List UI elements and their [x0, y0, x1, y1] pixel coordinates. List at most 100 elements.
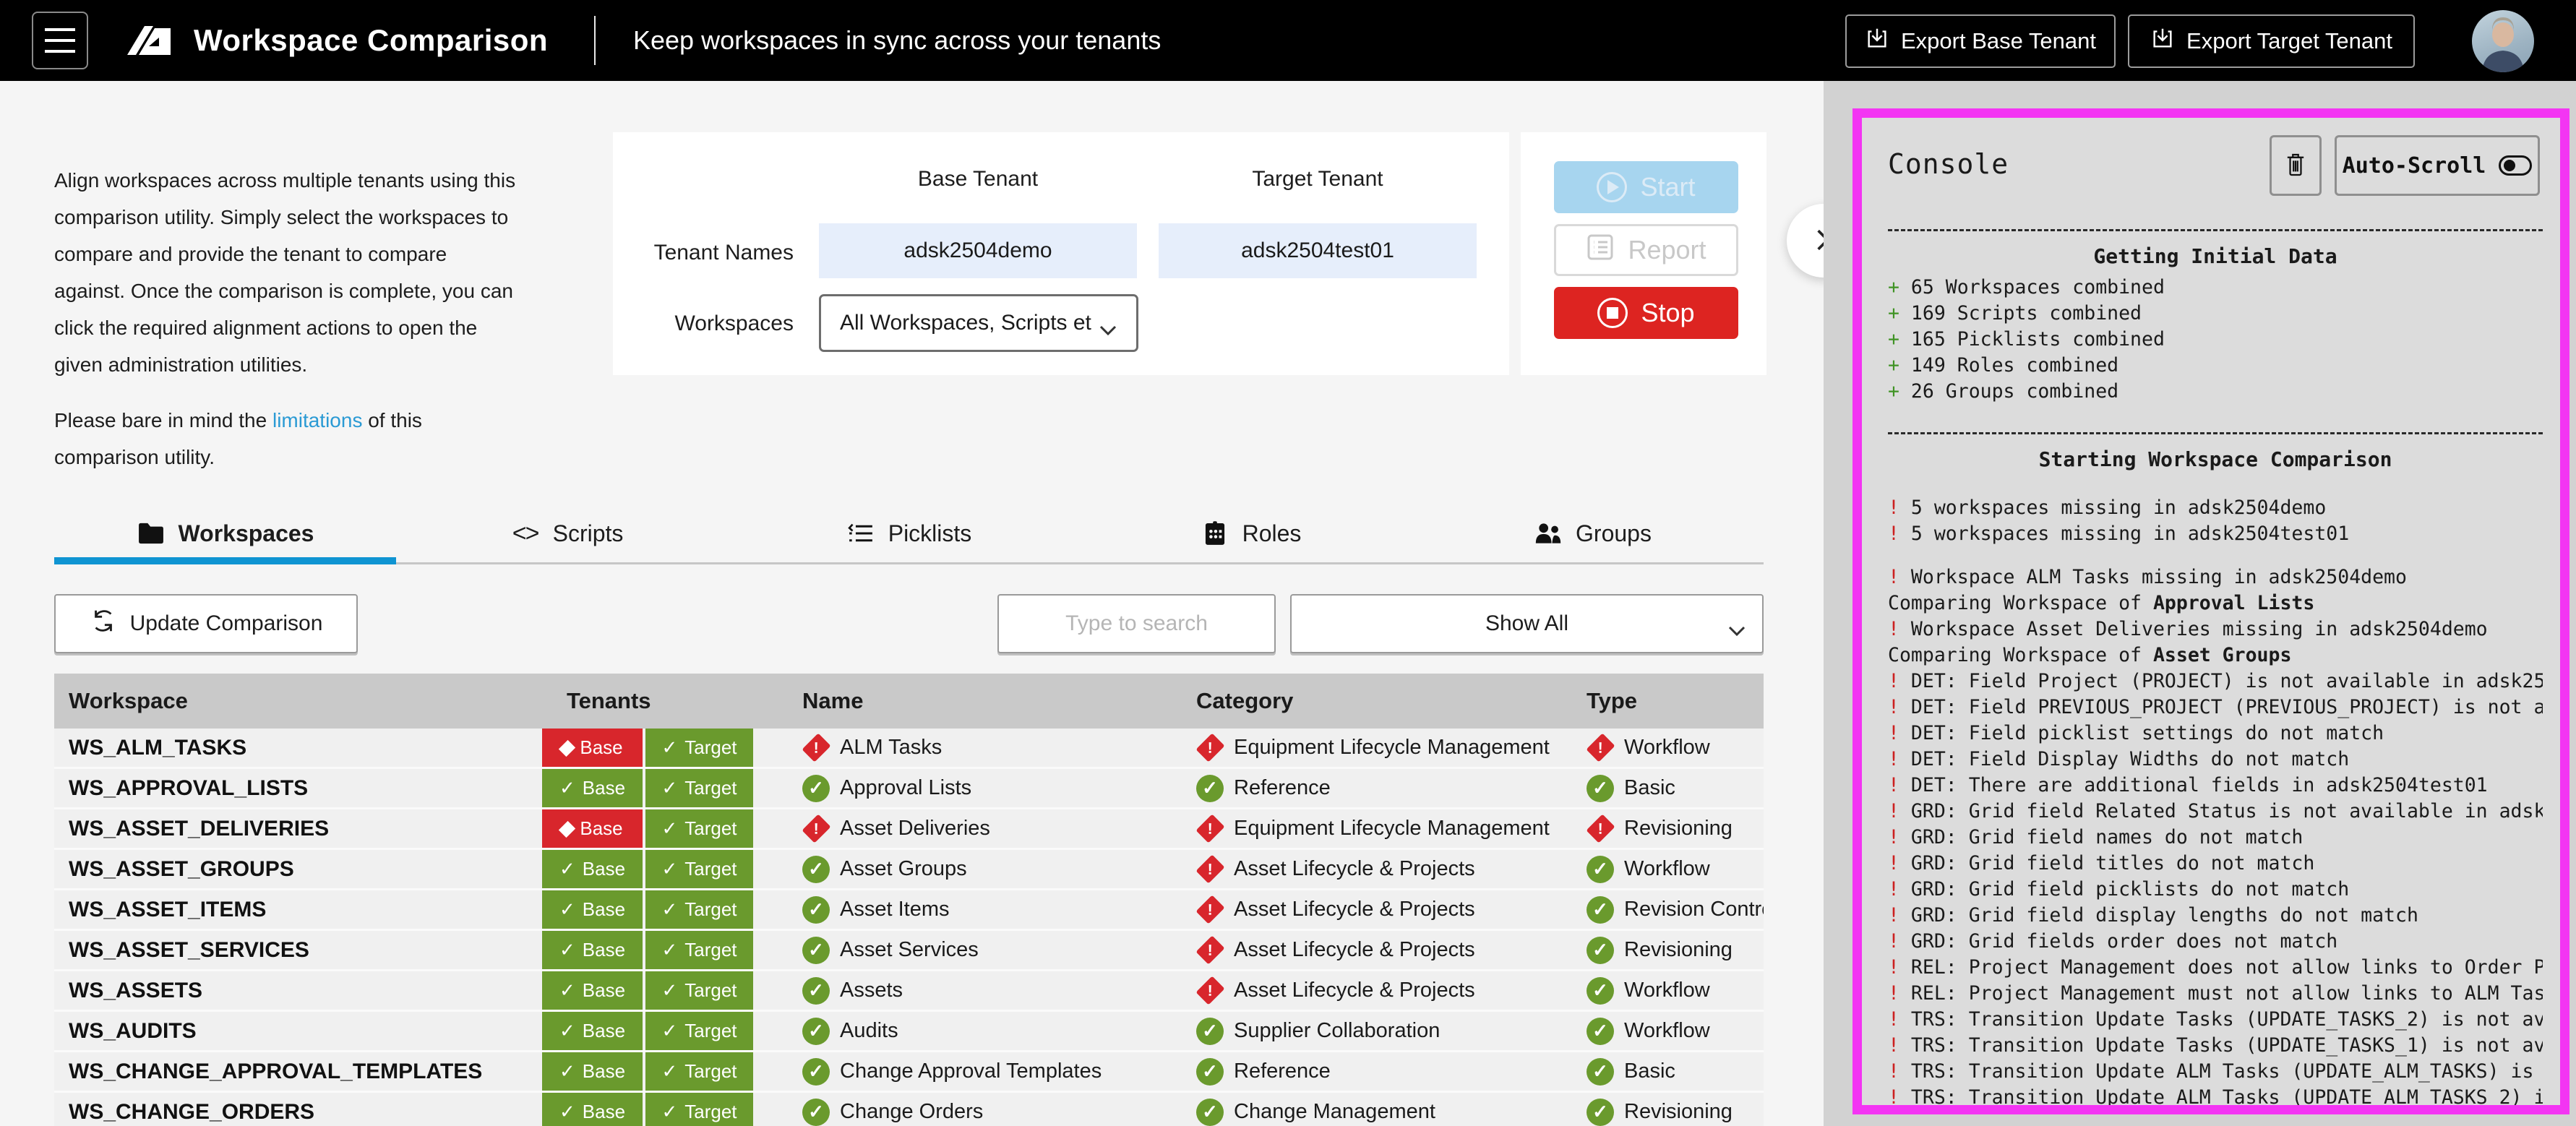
base-tenant-badge[interactable]: ✓Base: [542, 1052, 643, 1091]
table-row[interactable]: WS_ASSET_DELIVERIESBase✓Target!Asset Del…: [54, 809, 1764, 850]
base-tenant-badge[interactable]: Base: [542, 809, 643, 848]
export-target-tenant-button[interactable]: Export Target Tenant: [2128, 14, 2415, 68]
workspaces-select[interactable]: All Workspaces, Scripts et: [819, 294, 1138, 352]
base-tenant-badge[interactable]: ✓Base: [542, 890, 643, 929]
export-base-tenant-button[interactable]: Export Base Tenant: [1845, 14, 2116, 68]
target-tenant-badge[interactable]: ✓Target: [645, 971, 753, 1010]
badge-icon: [1201, 519, 1229, 548]
console-collapse-button[interactable]: [1787, 204, 1824, 278]
warning-marker: !: [1888, 930, 1899, 953]
console-log-line: ! GRD: Grid field Related Status is not …: [1888, 799, 2543, 825]
tenant-names-label: Tenant Names: [613, 241, 794, 265]
chevron-down-icon: [1099, 317, 1117, 329]
table-row[interactable]: WS_APPROVAL_LISTS✓Base✓Target✓Approval L…: [54, 769, 1764, 809]
base-tenant-badge[interactable]: ✓Base: [542, 971, 643, 1010]
target-tenant-badge[interactable]: ✓Target: [645, 729, 753, 767]
app-title: Workspace Comparison: [194, 0, 548, 81]
stop-button[interactable]: Stop: [1554, 287, 1738, 339]
limitations-link[interactable]: limitations: [272, 409, 362, 431]
tab-scripts[interactable]: <> Scripts: [396, 509, 738, 558]
target-tenant-badge[interactable]: ✓Target: [645, 890, 753, 929]
table-row[interactable]: WS_ASSET_ITEMS✓Base✓Target✓Asset Items!A…: [54, 890, 1764, 931]
target-tenant-badge[interactable]: ✓Target: [645, 850, 753, 888]
target-tenant-badge[interactable]: ✓Target: [645, 769, 753, 807]
status-error-icon: !: [1587, 732, 1614, 764]
update-comparison-button[interactable]: Update Comparison: [54, 594, 358, 653]
base-tenant-badge[interactable]: Base: [542, 729, 643, 767]
alert-diamond-icon: [562, 817, 572, 840]
tenant-form-card: Base Tenant Target Tenant Tenant Names a…: [613, 132, 1509, 375]
chevron-right-icon: [1816, 228, 1824, 254]
status-error-icon: !: [1587, 813, 1614, 845]
table-row[interactable]: WS_CHANGE_ORDERS✓Base✓Target✓Change Orde…: [54, 1093, 1764, 1126]
console-log-line: + 165 Picklists combined: [1888, 327, 2543, 353]
target-tenant-badge[interactable]: ✓Target: [645, 809, 753, 848]
tab-picklists[interactable]: Picklists: [738, 509, 1080, 558]
console-log-line: ! TRS: Transition Update ALM Tasks (UPDA…: [1888, 1085, 2543, 1105]
warning-marker: !: [1888, 1034, 1899, 1057]
console-log-line: ! GRD: Grid field names do not match: [1888, 825, 2543, 851]
target-tenant-value[interactable]: adsk2504test01: [1159, 223, 1477, 278]
base-tenant-badge[interactable]: ✓Base: [542, 769, 643, 807]
base-tenant-badge[interactable]: ✓Base: [542, 1093, 643, 1126]
check-icon: ✓: [559, 939, 575, 961]
name-cell: !ALM Tasks: [802, 729, 1193, 767]
tab-groups[interactable]: Groups: [1422, 509, 1764, 558]
console-log[interactable]: Getting Initial Data+ 65 Workspaces comb…: [1888, 219, 2543, 1105]
console-header: Console Auto-Scroll: [1862, 118, 2560, 212]
workspaces-label: Workspaces: [613, 311, 794, 336]
console-log-line: ! GRD: Grid field picklists do not match: [1888, 877, 2543, 903]
status-error-icon: !: [802, 732, 830, 764]
report-button[interactable]: Report: [1554, 224, 1738, 276]
target-tenant-badge[interactable]: ✓Target: [645, 1093, 753, 1126]
start-button[interactable]: Start: [1554, 161, 1738, 213]
top-bar: Workspace Comparison Keep workspaces in …: [0, 0, 2576, 81]
target-tenant-badge[interactable]: ✓Target: [645, 1052, 753, 1091]
table-row[interactable]: WS_AUDITS✓Base✓Target✓Audits✓Supplier Co…: [54, 1012, 1764, 1052]
table-row[interactable]: WS_ASSET_GROUPS✓Base✓Target✓Asset Groups…: [54, 850, 1764, 890]
tab-workspaces[interactable]: Workspaces: [54, 509, 396, 558]
check-icon: ✓: [559, 979, 575, 1002]
status-ok-icon: ✓: [802, 937, 830, 964]
user-avatar[interactable]: [2472, 10, 2534, 72]
search-input[interactable]: [999, 596, 1274, 652]
name-cell: ✓Approval Lists: [802, 769, 1193, 807]
plus-marker: +: [1888, 328, 1899, 351]
check-icon: ✓: [661, 1060, 677, 1083]
name-cell: ✓Change Approval Templates: [802, 1052, 1193, 1091]
base-tenant-value[interactable]: adsk2504demo: [819, 223, 1137, 278]
warning-marker: !: [1888, 523, 1899, 545]
intro-paragraph-1: Align workspaces across multiple tenants…: [54, 162, 520, 383]
base-tenant-badge[interactable]: ✓Base: [542, 1012, 643, 1050]
console-log-line: Comparing Workspace of Approval Lists: [1888, 590, 2543, 616]
status-ok-icon: ✓: [802, 896, 830, 924]
stop-icon: [1597, 298, 1628, 328]
hamburger-menu-button[interactable]: [32, 12, 88, 69]
run-actions-card: Start Report Stop: [1521, 132, 1766, 375]
category-cell: ✓Reference: [1196, 769, 1583, 807]
refresh-icon: [90, 607, 117, 640]
column-header-workspace: Workspace: [69, 674, 188, 729]
warning-marker: !: [1888, 696, 1899, 718]
tab-roles[interactable]: Roles: [1080, 509, 1422, 558]
status-ok-icon: ✓: [802, 977, 830, 1005]
target-tenant-badge[interactable]: ✓Target: [645, 1012, 753, 1050]
warning-marker: !: [1888, 1086, 1899, 1105]
table-row[interactable]: WS_ASSET_SERVICES✓Base✓Target✓Asset Serv…: [54, 931, 1764, 971]
console-log-line: + 26 Groups combined: [1888, 379, 2543, 405]
filter-select[interactable]: Show All: [1290, 594, 1764, 653]
base-tenant-badge[interactable]: ✓Base: [542, 931, 643, 969]
table-header: Workspace Tenants Name Category Type: [54, 674, 1764, 729]
report-list-icon: [1586, 233, 1615, 268]
table-row[interactable]: WS_ASSETS✓Base✓Target✓Assets!Asset Lifec…: [54, 971, 1764, 1012]
check-icon: ✓: [559, 858, 575, 880]
autoscroll-toggle-button[interactable]: Auto-Scroll: [2335, 135, 2540, 196]
table-row[interactable]: WS_CHANGE_APPROVAL_TEMPLATES✓Base✓Target…: [54, 1052, 1764, 1093]
base-tenant-badge[interactable]: ✓Base: [542, 850, 643, 888]
target-tenant-badge[interactable]: ✓Target: [645, 931, 753, 969]
console-log-line: ! 5 workspaces missing in adsk2504demo: [1888, 495, 2543, 521]
table-row[interactable]: WS_ALM_TASKSBase✓Target!ALM Tasks!Equipm…: [54, 729, 1764, 769]
clear-console-button[interactable]: [2270, 135, 2322, 196]
download-icon: [2150, 26, 2175, 56]
plus-marker: +: [1888, 302, 1899, 325]
